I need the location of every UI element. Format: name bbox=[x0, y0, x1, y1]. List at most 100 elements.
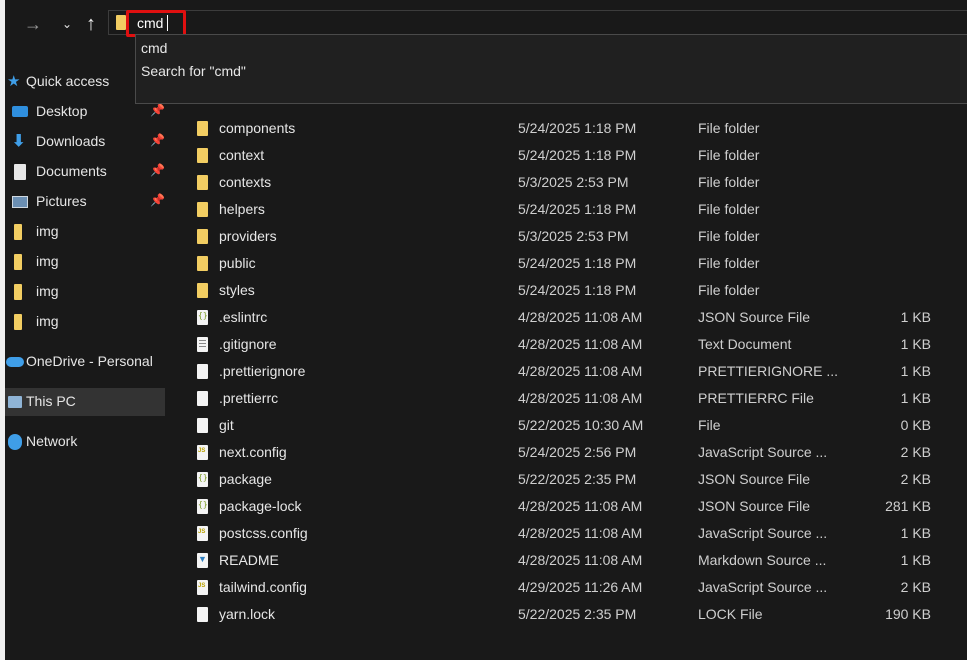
network-icon bbox=[8, 434, 22, 450]
file-name: .prettierrc bbox=[219, 390, 279, 406]
sidebar-item-network[interactable]: Network bbox=[5, 428, 165, 456]
forward-arrow-icon[interactable]: → bbox=[21, 12, 45, 36]
file-type: File folder bbox=[698, 174, 760, 190]
pictures-icon bbox=[12, 196, 28, 208]
folder-icon bbox=[116, 15, 126, 30]
file-date: 5/22/2025 2:35 PM bbox=[518, 471, 637, 487]
table-row[interactable]: styles 5/24/2025 1:18 PM File folder bbox=[168, 277, 967, 304]
address-bar[interactable]: cmd bbox=[108, 10, 967, 37]
file-size: 0 KB bbox=[900, 417, 931, 433]
file-name: .prettierignore bbox=[219, 363, 306, 379]
sidebar-item-label: Documents bbox=[36, 163, 107, 179]
address-suggestions-dropdown: cmd Search for "cmd" bbox=[135, 34, 967, 104]
file-size: 190 KB bbox=[885, 606, 931, 622]
file-name: public bbox=[219, 255, 256, 271]
pin-icon[interactable]: 📌 bbox=[150, 193, 165, 207]
sidebar-item-img[interactable]: img bbox=[5, 218, 165, 246]
file-type: JSON Source File bbox=[698, 498, 811, 514]
suggestion-item[interactable]: Search for "cmd" bbox=[141, 63, 246, 79]
js-file-icon bbox=[197, 580, 208, 595]
file-type: File bbox=[698, 417, 721, 433]
markdown-file-icon bbox=[197, 553, 208, 568]
file-explorer-window: → ⌄ ↑ cmd cmd Search for "cmd" ★ Quick a… bbox=[0, 0, 967, 660]
address-input[interactable]: cmd bbox=[137, 15, 163, 31]
sidebar-item-img[interactable]: img bbox=[5, 308, 165, 336]
file-size: 1 KB bbox=[900, 363, 931, 379]
file-type: Text Document bbox=[698, 336, 792, 352]
json-file-icon bbox=[197, 310, 208, 325]
sidebar-item-documents[interactable]: Documents 📌 bbox=[5, 158, 165, 186]
pin-icon[interactable]: 📌 bbox=[150, 163, 165, 177]
file-type: File folder bbox=[698, 120, 760, 136]
file-date: 5/24/2025 2:56 PM bbox=[518, 444, 637, 460]
file-type: JavaScript Source ... bbox=[698, 525, 828, 541]
sidebar-item-onedrive[interactable]: OneDrive - Personal bbox=[5, 348, 165, 376]
sidebar-item-label: Quick access bbox=[26, 73, 110, 89]
file-type: JavaScript Source ... bbox=[698, 579, 828, 595]
table-row[interactable]: tailwind.config 4/29/2025 11:26 AM JavaS… bbox=[168, 574, 967, 601]
table-row[interactable]: .prettierignore 4/28/2025 11:08 AM PRETT… bbox=[168, 358, 967, 385]
table-row[interactable]: .eslintrc 4/28/2025 11:08 AM JSON Source… bbox=[168, 304, 967, 331]
sidebar-item-label: img bbox=[36, 223, 59, 239]
table-row[interactable]: package 5/22/2025 2:35 PM JSON Source Fi… bbox=[168, 466, 967, 493]
file-date: 4/28/2025 11:08 AM bbox=[518, 390, 643, 406]
table-row[interactable]: postcss.config 4/28/2025 11:08 AM JavaSc… bbox=[168, 520, 967, 547]
file-size: 1 KB bbox=[900, 309, 931, 325]
table-row[interactable]: .prettierrc 4/28/2025 11:08 AM PRETTIERR… bbox=[168, 385, 967, 412]
table-row[interactable]: helpers 5/24/2025 1:18 PM File folder bbox=[168, 196, 967, 223]
sidebar-item-label: img bbox=[36, 313, 59, 329]
file-date: 4/28/2025 11:08 AM bbox=[518, 363, 643, 379]
computer-icon bbox=[8, 396, 22, 408]
file-name: .gitignore bbox=[219, 336, 277, 352]
file-icon bbox=[197, 391, 208, 406]
file-size: 2 KB bbox=[900, 471, 931, 487]
file-date: 4/28/2025 11:08 AM bbox=[518, 552, 643, 568]
sidebar-item-downloads[interactable]: ⬇ Downloads 📌 bbox=[5, 128, 165, 156]
table-row[interactable]: .gitignore 4/28/2025 11:08 AM Text Docum… bbox=[168, 331, 967, 358]
file-date: 4/28/2025 11:08 AM bbox=[518, 525, 643, 541]
file-type: PRETTIERRC File bbox=[698, 390, 814, 406]
sidebar-item-pictures[interactable]: Pictures 📌 bbox=[5, 188, 165, 216]
folder-icon bbox=[197, 121, 208, 136]
file-type: JSON Source File bbox=[698, 471, 811, 487]
table-row[interactable]: context 5/24/2025 1:18 PM File folder bbox=[168, 142, 967, 169]
sidebar-item-label: img bbox=[36, 283, 59, 299]
download-icon: ⬇ bbox=[12, 133, 26, 150]
text-caret bbox=[167, 15, 168, 31]
pin-icon[interactable]: 📌 bbox=[150, 103, 165, 117]
table-row[interactable]: components 5/24/2025 1:18 PM File folder bbox=[168, 115, 967, 142]
file-name: postcss.config bbox=[219, 525, 308, 541]
file-date: 5/22/2025 10:30 AM bbox=[518, 417, 644, 433]
up-arrow-icon[interactable]: ↑ bbox=[79, 12, 103, 36]
sidebar-item-img[interactable]: img bbox=[5, 248, 165, 276]
folder-icon bbox=[14, 254, 22, 270]
sidebar-item-label: img bbox=[36, 253, 59, 269]
file-name: contexts bbox=[219, 174, 272, 190]
file-name: next.config bbox=[219, 444, 287, 460]
folder-icon bbox=[197, 229, 208, 244]
table-row[interactable]: next.config 5/24/2025 2:56 PM JavaScript… bbox=[168, 439, 967, 466]
recent-locations-chevron-icon[interactable]: ⌄ bbox=[55, 12, 79, 36]
table-row[interactable]: public 5/24/2025 1:18 PM File folder bbox=[168, 250, 967, 277]
sidebar-item-this-pc[interactable]: This PC bbox=[5, 388, 165, 416]
sidebar-item-label: This PC bbox=[26, 393, 76, 409]
file-size: 1 KB bbox=[900, 390, 931, 406]
sidebar-item-label: Desktop bbox=[36, 103, 88, 119]
desktop-icon bbox=[12, 106, 28, 117]
sidebar-item-img[interactable]: img bbox=[5, 278, 165, 306]
table-row[interactable]: git 5/22/2025 10:30 AM File 0 KB bbox=[168, 412, 967, 439]
file-name: components bbox=[219, 120, 296, 136]
table-row[interactable]: package-lock 4/28/2025 11:08 AM JSON Sou… bbox=[168, 493, 967, 520]
table-row[interactable]: contexts 5/3/2025 2:53 PM File folder bbox=[168, 169, 967, 196]
file-type: Markdown Source ... bbox=[698, 552, 827, 568]
file-date: 5/24/2025 1:18 PM bbox=[518, 120, 637, 136]
table-row[interactable]: README 4/28/2025 11:08 AM Markdown Sourc… bbox=[168, 547, 967, 574]
file-type: File folder bbox=[698, 201, 760, 217]
table-row[interactable]: providers 5/3/2025 2:53 PM File folder bbox=[168, 223, 967, 250]
file-name: tailwind.config bbox=[219, 579, 307, 595]
pin-icon[interactable]: 📌 bbox=[150, 133, 165, 147]
table-row[interactable]: yarn.lock 5/22/2025 2:35 PM LOCK File 19… bbox=[168, 601, 967, 628]
file-date: 4/29/2025 11:26 AM bbox=[518, 579, 643, 595]
file-date: 5/3/2025 2:53 PM bbox=[518, 228, 629, 244]
suggestion-item[interactable]: cmd bbox=[141, 40, 167, 56]
